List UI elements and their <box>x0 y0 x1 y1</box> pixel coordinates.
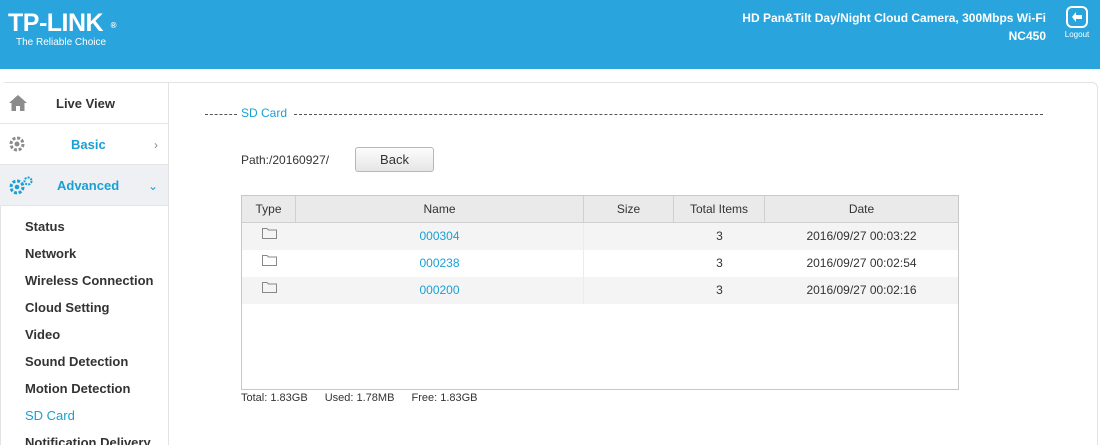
date-cell: 2016/09/27 00:02:16 <box>806 283 917 297</box>
model-description: HD Pan&Tilt Day/Night Cloud Camera, 300M… <box>742 11 1046 25</box>
sidebar-item-advanced[interactable]: Advanced ⌄ <box>0 165 168 206</box>
total-capacity: Total: 1.83GB <box>241 392 308 404</box>
folder-icon <box>242 277 296 304</box>
section-divider-left <box>205 114 237 115</box>
path-label: Path:/20160927/ <box>241 153 330 167</box>
date-cell: 2016/09/27 00:03:22 <box>806 229 917 243</box>
file-table: Type Name Size Total Items Date 000304 3… <box>241 195 959 390</box>
sidebar-item-sd-card[interactable]: SD Card <box>0 402 168 429</box>
total-items-cell: 3 <box>716 229 723 243</box>
gear-icon <box>8 135 26 158</box>
folder-name-cell: 000304 <box>296 223 584 250</box>
logout-label: Logout <box>1064 30 1090 39</box>
table-row[interactable]: 000200 3 2016/09/27 00:02:16 <box>242 277 958 304</box>
table-header: Type Name Size Total Items Date <box>242 196 958 223</box>
chevron-right-icon: › <box>154 138 158 152</box>
sidebar-item-cloud-setting[interactable]: Cloud Setting <box>0 294 168 321</box>
main-content: SD Card Path:/20160927/ Back Type Name S… <box>170 83 1095 445</box>
sidebar-item-wireless-connection[interactable]: Wireless Connection <box>0 267 168 294</box>
sidebar: Live View Basic › Advanced ⌄ Status Netw… <box>0 83 169 445</box>
sidebar-item-notification-delivery[interactable]: Notification Delivery <box>0 429 168 445</box>
column-header-size[interactable]: Size <box>584 196 674 222</box>
sidebar-item-live-view[interactable]: Live View <box>0 83 168 124</box>
size-cell <box>584 250 674 277</box>
logo-brand: TP-LINK <box>8 9 104 37</box>
section-divider-right <box>294 114 1043 115</box>
folder-name-cell: 000238 <box>296 250 584 277</box>
chevron-down-icon: ⌄ <box>147 179 158 193</box>
size-cell <box>584 277 674 304</box>
advanced-submenu: Status Network Wireless Connection Cloud… <box>0 206 168 445</box>
logo-tagline: The Reliable Choice <box>16 37 107 48</box>
table-row[interactable]: 000238 3 2016/09/27 00:02:54 <box>242 250 958 277</box>
column-header-date[interactable]: Date <box>765 196 958 222</box>
table-row[interactable]: 000304 3 2016/09/27 00:03:22 <box>242 223 958 250</box>
size-cell <box>584 223 674 250</box>
sidebar-item-motion-detection[interactable]: Motion Detection <box>0 375 168 402</box>
column-header-name[interactable]: Name <box>296 196 584 222</box>
logo-registered: ® <box>110 21 117 30</box>
folder-link[interactable]: 000238 <box>419 256 459 270</box>
sidebar-item-sound-detection[interactable]: Sound Detection <box>0 348 168 375</box>
used-capacity: Used: 1.78MB <box>324 392 395 404</box>
column-header-total-items[interactable]: Total Items <box>674 196 765 222</box>
folder-link[interactable]: 000304 <box>419 229 459 243</box>
logout-button[interactable]: Logout <box>1062 6 1092 39</box>
storage-stats: Total: 1.83GB Used: 1.78MB Free: 1.83GB <box>241 392 492 404</box>
folder-name-cell: 000200 <box>296 277 584 304</box>
total-items-cell: 3 <box>716 283 723 297</box>
folder-icon <box>242 250 296 277</box>
free-capacity: Free: 1.83GB <box>411 392 478 404</box>
sidebar-item-status[interactable]: Status <box>0 213 168 240</box>
home-icon <box>8 94 28 117</box>
live-view-label: Live View <box>56 95 116 111</box>
tp-link-logo: TP-LINK ® The Reliable Choice <box>8 9 117 48</box>
sidebar-item-basic[interactable]: Basic › <box>0 124 168 165</box>
back-button[interactable]: Back <box>355 147 434 172</box>
date-cell: 2016/09/27 00:02:54 <box>806 256 917 270</box>
section-title: SD Card <box>241 106 288 120</box>
model-number: NC450 <box>1008 29 1046 43</box>
column-header-type[interactable]: Type <box>242 196 296 222</box>
total-items-cell: 3 <box>716 256 723 270</box>
gears-icon <box>8 176 34 201</box>
sidebar-item-video[interactable]: Video <box>0 321 168 348</box>
sidebar-item-network[interactable]: Network <box>0 240 168 267</box>
folder-link[interactable]: 000200 <box>419 283 459 297</box>
logout-icon <box>1066 6 1088 28</box>
basic-label: Basic <box>71 136 106 152</box>
camera-model: HD Pan&Tilt Day/Night Cloud Camera, 300M… <box>742 9 1046 45</box>
advanced-label: Advanced <box>57 177 120 193</box>
folder-icon <box>242 223 296 250</box>
header-bar: TP-LINK ® The Reliable Choice HD Pan&Tilt… <box>0 0 1100 69</box>
